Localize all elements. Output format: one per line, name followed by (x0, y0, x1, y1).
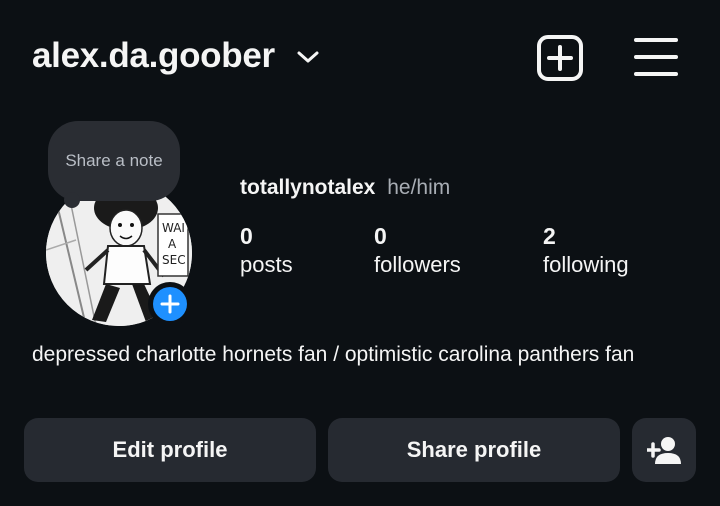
add-person-icon (647, 437, 681, 464)
new-post-icon[interactable] (536, 34, 584, 82)
stat-label: following (543, 252, 629, 277)
hamburger-menu-icon[interactable] (634, 36, 678, 78)
stat-label: followers (374, 252, 461, 277)
display-name: totallynotalex (240, 176, 376, 199)
profile-name-row: totallynotalex he/him (240, 176, 450, 200)
chevron-down-icon[interactable] (296, 47, 320, 67)
stat-following[interactable]: 2 following (543, 222, 629, 280)
account-username[interactable]: alex.da.goober (32, 36, 275, 76)
stat-value: 0 (240, 223, 253, 249)
svg-text:WAI: WAI (162, 221, 185, 235)
stat-followers[interactable]: 0 followers (374, 222, 461, 280)
edit-profile-button[interactable]: Edit profile (24, 418, 316, 482)
stat-label: posts (240, 252, 293, 277)
plus-icon (160, 294, 180, 314)
stat-value: 0 (374, 223, 387, 249)
stat-value: 2 (543, 223, 556, 249)
pronouns: he/him (387, 176, 451, 199)
profile-header: alex.da.goober (0, 0, 720, 115)
stat-posts[interactable]: 0 posts (240, 222, 293, 280)
add-story-button[interactable] (148, 282, 192, 326)
discover-people-button[interactable] (632, 418, 696, 482)
share-note-bubble[interactable]: Share a note (48, 121, 180, 201)
share-profile-button[interactable]: Share profile (328, 418, 620, 482)
note-placeholder: Share a note (65, 151, 163, 170)
svg-text:SEC: SEC (162, 253, 186, 267)
note-bubble-tail (64, 192, 80, 208)
profile-bio: depressed charlotte hornets fan / optimi… (32, 343, 635, 366)
svg-text:A: A (168, 237, 177, 251)
